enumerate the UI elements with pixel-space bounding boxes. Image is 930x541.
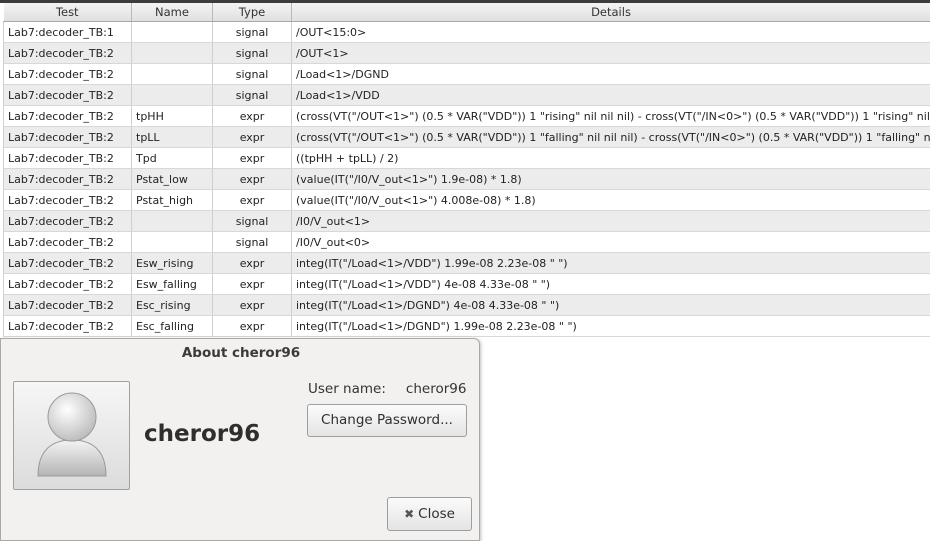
- cell-name: [131, 231, 213, 253]
- cell-details: integ(IT("/Load<1>/DGND") 4e-08 4.33e-08…: [291, 294, 930, 316]
- cell-test: Lab7:decoder_TB:2: [3, 84, 132, 106]
- column-header-test[interactable]: Test: [3, 3, 132, 22]
- change-password-button[interactable]: Change Password...: [307, 404, 467, 437]
- cell-details: integ(IT("/Load<1>/VDD") 1.99e-08 2.23e-…: [291, 252, 930, 274]
- cell-test: Lab7:decoder_TB:2: [3, 273, 132, 295]
- cell-name: Esc_falling: [131, 315, 213, 337]
- cell-type: expr: [212, 273, 292, 295]
- cell-name: tpHH: [131, 105, 213, 127]
- results-table: Test Name Type Details Lab7:decoder_TB:1…: [3, 3, 930, 337]
- cell-name: tpLL: [131, 126, 213, 148]
- cell-test: Lab7:decoder_TB:2: [3, 189, 132, 211]
- cell-name: [131, 84, 213, 106]
- user-name-label: User name:: [308, 381, 386, 397]
- close-x-icon: ✖: [404, 507, 415, 521]
- cell-name: [131, 210, 213, 232]
- table-header-row: Test Name Type Details: [3, 3, 930, 22]
- cell-type: expr: [212, 147, 292, 169]
- cell-details: ((tpHH + tpLL) / 2): [291, 147, 930, 169]
- cell-test: Lab7:decoder_TB:2: [3, 42, 132, 64]
- cell-name: [131, 21, 213, 43]
- cell-test: Lab7:decoder_TB:1: [3, 21, 132, 43]
- cell-type: expr: [212, 294, 292, 316]
- cell-name: Tpd: [131, 147, 213, 169]
- cell-type: signal: [212, 84, 292, 106]
- cell-name: [131, 42, 213, 64]
- cell-details: (cross(VT("/OUT<1>") (0.5 * VAR("VDD")) …: [291, 105, 930, 127]
- table-row[interactable]: Lab7:decoder_TB:2 Esw_rising expr integ(IT(…: [3, 252, 930, 274]
- table-row[interactable]: Lab7:decoder_TB:2 signal/OUT<1>: [3, 42, 930, 64]
- user-name-value: cheror96: [405, 381, 467, 397]
- table-row[interactable]: Lab7:decoder_TB:2 Esw_falling expr integ(IT…: [3, 273, 930, 295]
- cell-test: Lab7:decoder_TB:2: [3, 210, 132, 232]
- table-row[interactable]: Lab7:decoder_TB:2 tpLL expr (cross(VT("/OUT…: [3, 126, 930, 148]
- close-button[interactable]: ✖ Close: [387, 497, 472, 531]
- column-header-name[interactable]: Name: [131, 3, 213, 22]
- table-row[interactable]: Lab7:decoder_TB:2 Pstat_high expr (value(IT…: [3, 189, 930, 211]
- table-row[interactable]: Lab7:decoder_TB:2 signal/I0/V_out<1>: [3, 210, 930, 232]
- close-button-label: Close: [418, 506, 455, 522]
- about-user-dialog: About cheror96 cheror96 User name: cheror…: [0, 338, 480, 541]
- cell-type: signal: [212, 21, 292, 43]
- cell-details: /OUT<1>: [291, 42, 930, 64]
- cell-details: /I0/V_out<1>: [291, 210, 930, 232]
- cell-name: Esc_rising: [131, 294, 213, 316]
- cell-type: signal: [212, 210, 292, 232]
- cell-details: integ(IT("/Load<1>/DGND") 1.99e-08 2.23e…: [291, 315, 930, 337]
- cell-test: Lab7:decoder_TB:2: [3, 168, 132, 190]
- cell-details: /OUT<15:0>: [291, 21, 930, 43]
- table-row[interactable]: Lab7:decoder_TB:2 Esc_falling expr integ(IT…: [3, 315, 930, 337]
- cell-type: expr: [212, 252, 292, 274]
- table-row[interactable]: Lab7:decoder_TB:2 signal/Load<1>/VDD: [3, 84, 930, 106]
- cell-details: /Load<1>/VDD: [291, 84, 930, 106]
- user-avatar-icon: [13, 381, 130, 490]
- cell-test: Lab7:decoder_TB:2: [3, 63, 132, 85]
- dialog-title: About cheror96: [181, 345, 301, 361]
- cell-type: expr: [212, 315, 292, 337]
- cell-test: Lab7:decoder_TB:2: [3, 147, 132, 169]
- cell-details: (value(IT("/I0/V_out<1>") 4.008e-08) * 1…: [291, 189, 930, 211]
- cell-type: signal: [212, 42, 292, 64]
- user-name-row: User name: cheror96: [308, 381, 466, 397]
- cell-type: expr: [212, 168, 292, 190]
- table-row[interactable]: Lab7:decoder_TB:2 tpHH expr (cross(VT("/OUT…: [3, 105, 930, 127]
- table-row[interactable]: Lab7:decoder_TB:2 Esc_rising expr integ(IT(…: [3, 294, 930, 316]
- cell-test: Lab7:decoder_TB:2: [3, 126, 132, 148]
- cell-type: expr: [212, 105, 292, 127]
- column-header-type[interactable]: Type: [212, 3, 292, 22]
- cell-details: /I0/V_out<0>: [291, 231, 930, 253]
- cell-type: signal: [212, 63, 292, 85]
- table-row[interactable]: Lab7:decoder_TB:2 signal/I0/V_out<0>: [3, 231, 930, 253]
- cell-name: Esw_rising: [131, 252, 213, 274]
- table-row[interactable]: Lab7:decoder_TB:1 signal/OUT<15:0>: [3, 21, 930, 43]
- results-table-panel: Test Name Type Details Lab7:decoder_TB:1…: [0, 0, 930, 338]
- user-display-name: cheror96: [144, 421, 261, 447]
- cell-test: Lab7:decoder_TB:2: [3, 105, 132, 127]
- cell-type: expr: [212, 189, 292, 211]
- cell-test: Lab7:decoder_TB:2: [3, 315, 132, 337]
- cell-type: signal: [212, 231, 292, 253]
- cell-test: Lab7:decoder_TB:2: [3, 231, 132, 253]
- cell-details: (cross(VT("/OUT<1>") (0.5 * VAR("VDD")) …: [291, 126, 930, 148]
- cell-test: Lab7:decoder_TB:2: [3, 252, 132, 274]
- cell-details: (value(IT("/I0/V_out<1>") 1.9e-08) * 1.8…: [291, 168, 930, 190]
- cell-name: Esw_falling: [131, 273, 213, 295]
- cell-name: Pstat_low: [131, 168, 213, 190]
- table-row[interactable]: Lab7:decoder_TB:2 Tpd expr ((tpHH + tpLL) /…: [3, 147, 930, 169]
- table-row[interactable]: Lab7:decoder_TB:2 Pstat_low expr (value(IT(…: [3, 168, 930, 190]
- cell-test: Lab7:decoder_TB:2: [3, 294, 132, 316]
- cell-details: integ(IT("/Load<1>/VDD") 4e-08 4.33e-08 …: [291, 273, 930, 295]
- table-body: Lab7:decoder_TB:1 signal/OUT<15:0> Lab7:de…: [3, 21, 930, 337]
- cell-name: Pstat_high: [131, 189, 213, 211]
- cell-name: [131, 63, 213, 85]
- cell-type: expr: [212, 126, 292, 148]
- cell-details: /Load<1>/DGND: [291, 63, 930, 85]
- table-row[interactable]: Lab7:decoder_TB:2 signal/Load<1>/DGND: [3, 63, 930, 85]
- column-header-details[interactable]: Details: [291, 3, 930, 22]
